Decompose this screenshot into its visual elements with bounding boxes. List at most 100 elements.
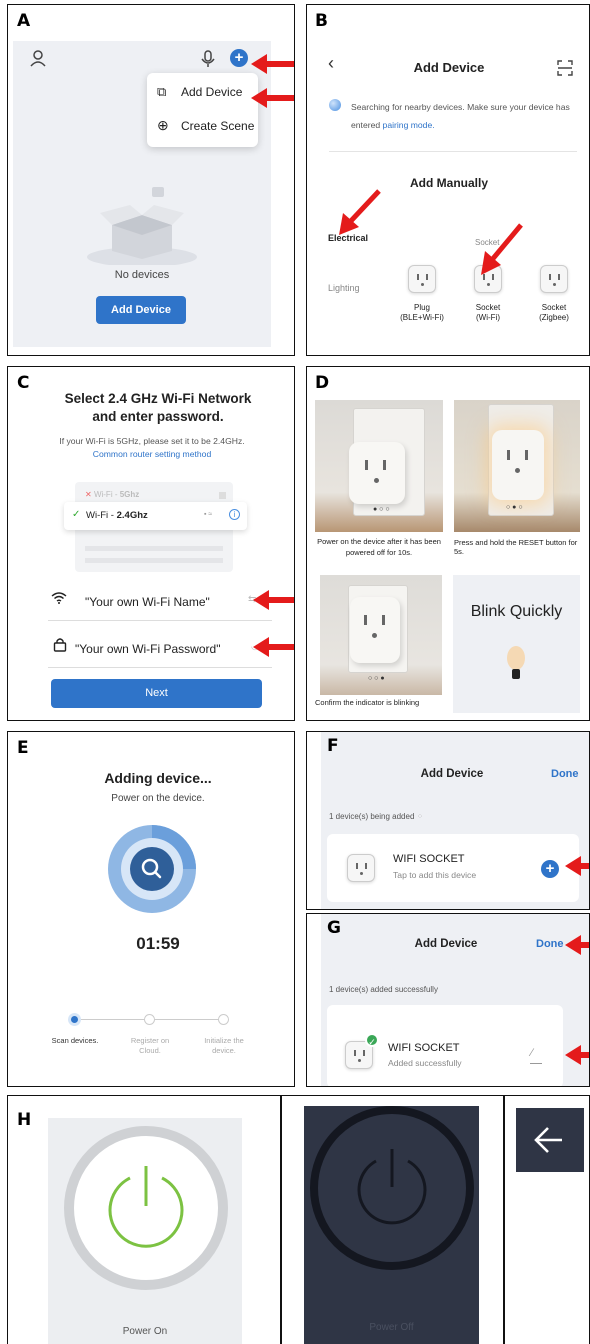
panel-b: B ‹ Add Device Searching for nearby devi… <box>306 4 590 356</box>
pairing-mode-link[interactable]: pairing mode. <box>383 120 435 130</box>
wifi-prefix: Wi-Fi - <box>86 510 117 521</box>
step-indicator-active <box>68 1013 81 1026</box>
panel-e: E Adding device... Power on the device. … <box>7 731 295 1087</box>
panel-label: A <box>17 11 31 31</box>
power-on-button[interactable] <box>64 1126 228 1290</box>
back-button[interactable] <box>516 1108 584 1172</box>
smart-plug <box>350 597 400 663</box>
device-sub: (BLE+Wi-Fi) <box>400 313 444 322</box>
panel-label: E <box>17 738 29 758</box>
divider <box>48 667 272 668</box>
back-arrow-icon <box>534 1127 562 1153</box>
bulb-icon <box>507 646 525 679</box>
scene-icon: ⊕ <box>157 117 169 133</box>
device-card[interactable]: ✓ WIFI SOCKET Added successfully ∕ <box>327 1005 563 1086</box>
step-label: Register on Cloud. <box>130 1036 170 1055</box>
indicator-dots: ○ ○ ● <box>368 675 385 682</box>
red-arrow <box>565 935 589 955</box>
check-icon: ✓ <box>365 1033 379 1047</box>
wifi-name-value: "Your own Wi-Fi Name" <box>85 595 210 609</box>
wifi-prefix: Wi-Fi - <box>93 490 120 499</box>
menu-item-create-scene[interactable]: ⊕ Create Scene <box>147 115 258 139</box>
photo-blinking: ○ ○ ● <box>320 575 442 695</box>
page-title-line2: and enter password. <box>92 409 224 424</box>
photo-power-on: ● ○ ○ <box>315 400 443 532</box>
red-arrow <box>251 88 294 108</box>
done-button[interactable]: Done <box>551 768 579 780</box>
add-device-button[interactable]: Add Device <box>96 296 186 324</box>
placeholder-row <box>85 558 223 563</box>
panel-a: A + ⧉ Add Device ⊕ Create Scene No devic… <box>7 4 295 356</box>
device-name: WIFI SOCKET <box>393 853 465 865</box>
loading-icon <box>329 99 341 111</box>
step-indicator <box>218 1014 229 1025</box>
divider <box>280 1096 282 1344</box>
page-title: Adding device... <box>104 770 212 786</box>
device-sub: (Zigbee) <box>539 313 569 322</box>
device-name: Plug <box>413 303 430 312</box>
done-button[interactable]: Done <box>536 938 564 950</box>
add-icon[interactable]: + <box>230 49 248 67</box>
next-button[interactable]: Next <box>51 679 262 708</box>
power-off-screen: Power Off <box>304 1106 479 1344</box>
photo-reset: ○ ● ○ <box>454 400 580 532</box>
router-setting-link[interactable]: Common router setting method <box>18 449 286 459</box>
outlet-icon <box>408 265 436 293</box>
red-arrow <box>253 637 294 657</box>
power-on-label: Power On <box>122 1326 168 1337</box>
panel-f: F Add Device Done 1 device(s) being adde… <box>306 731 590 910</box>
section-title: Add Manually <box>409 176 488 190</box>
subtitle: Power on the device. <box>111 793 205 804</box>
menu-label: Create Scene <box>181 119 255 133</box>
device-sub: (Wi-Fi) <box>476 313 500 322</box>
empty-box-illustration <box>87 187 197 265</box>
power-on-screen: Power On <box>48 1118 242 1344</box>
home-screen: + ⧉ Add Device ⊕ Create Scene No devices… <box>13 41 271 347</box>
lock-icon <box>219 492 226 499</box>
outlet-icon <box>540 265 568 293</box>
device-name: Socket <box>541 303 567 312</box>
divider <box>503 1096 505 1344</box>
search-progress-ring <box>108 825 196 913</box>
panel-c: C Select 2.4 GHz Wi-Fi Network and enter… <box>7 366 295 721</box>
check-icon: ✓ <box>72 509 81 520</box>
page-title: Add Device <box>413 60 485 75</box>
status-text: 1 device(s) added successfully <box>329 985 438 994</box>
divider <box>329 151 577 152</box>
panel-label: D <box>315 373 330 393</box>
step-indicator <box>144 1014 155 1025</box>
lock-icon <box>53 638 67 652</box>
category-lighting[interactable]: Lighting <box>328 283 360 293</box>
step-label: Scan devices. <box>51 1036 99 1045</box>
red-arrow <box>339 189 381 235</box>
panel-label: C <box>17 373 30 393</box>
panel-label: B <box>315 11 328 31</box>
add-menu: ⧉ Add Device ⊕ Create Scene <box>147 73 258 147</box>
smart-plug <box>492 430 544 500</box>
microphone-icon[interactable] <box>201 50 215 68</box>
device-sub: Added successfully <box>388 1058 462 1068</box>
caption-blinking: Confirm the indicator is blinking <box>315 698 420 707</box>
wifi-option-selected: ✓ Wi-Fi - 2.4Ghz ▪ ≈ i <box>64 502 247 530</box>
wifi-24ghz: 2.4Ghz <box>116 510 148 521</box>
power-off-button[interactable] <box>310 1106 474 1270</box>
power-icon <box>108 1166 184 1248</box>
outlet-icon <box>347 854 375 882</box>
add-device-icon[interactable]: + <box>541 860 559 878</box>
device-card[interactable]: WIFI SOCKET Tap to add this device + <box>327 834 579 902</box>
smart-plug <box>349 442 405 504</box>
caption-power-on: Power on the device after it has been po… <box>317 537 441 557</box>
edit-icon[interactable]: ∕ <box>531 1047 533 1059</box>
wifi-icon <box>51 592 67 604</box>
menu-item-add-device[interactable]: ⧉ Add Device <box>147 81 258 105</box>
device-icon: ⧉ <box>157 84 167 99</box>
status-text: 1 device(s) being added <box>329 812 415 821</box>
panel-label: G <box>327 918 341 938</box>
power-icon <box>357 1149 427 1225</box>
back-icon[interactable]: ‹ <box>328 53 334 74</box>
panel-label: H <box>17 1110 32 1130</box>
blink-card: Blink Quickly <box>453 575 580 713</box>
profile-icon[interactable] <box>29 49 47 67</box>
red-arrow <box>565 856 589 876</box>
scan-icon[interactable] <box>557 60 573 76</box>
